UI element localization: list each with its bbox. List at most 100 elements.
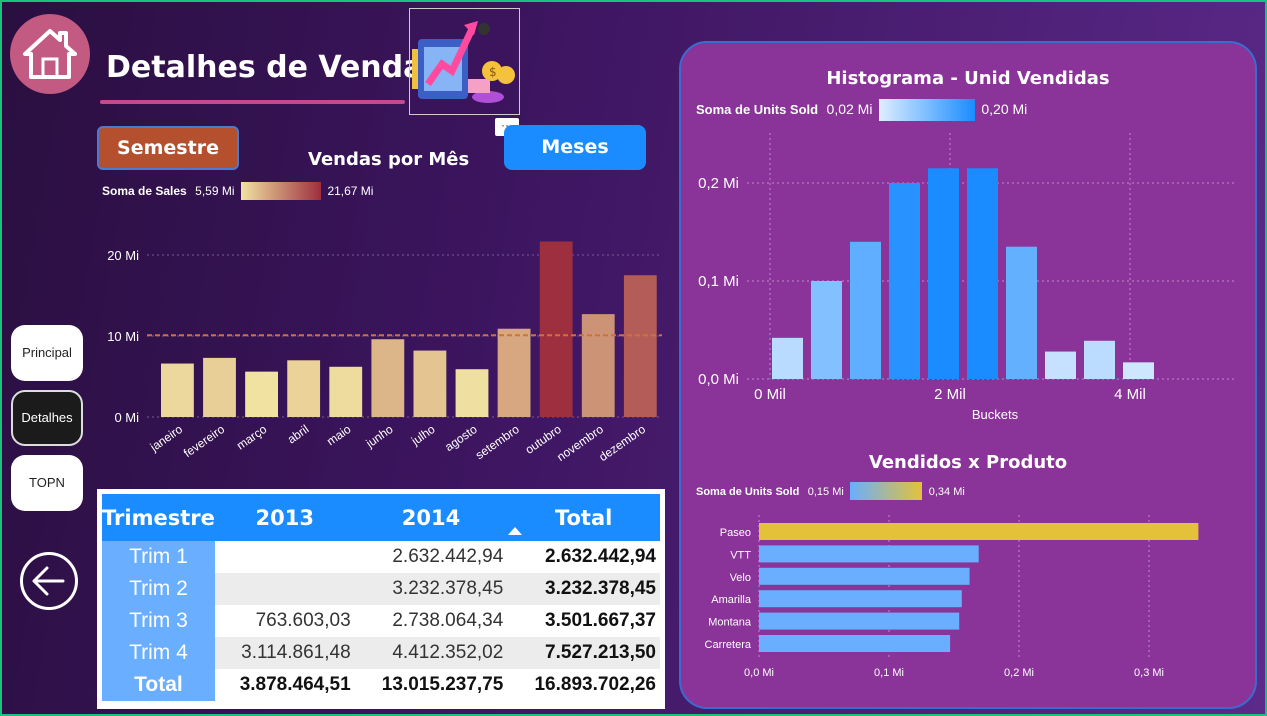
sales-legend: Soma de Sales 5,59 Mi 21,67 Mi xyxy=(102,182,373,200)
sales-bar[interactable] xyxy=(371,339,405,417)
histogram-legend-label: Soma de Units Sold xyxy=(696,102,819,118)
product-y-tick: VTT xyxy=(730,549,751,561)
product-y-tick: Montana xyxy=(708,617,752,629)
product-x-tick: 0,0 Mi xyxy=(744,667,774,679)
page-title: Detalhes de Vendas xyxy=(106,50,442,85)
sales-bar[interactable] xyxy=(287,360,321,417)
histogram-bar[interactable] xyxy=(811,281,842,379)
histogram-bar[interactable] xyxy=(1045,351,1076,379)
sales-x-tick: junho xyxy=(363,422,396,451)
sales-bar[interactable] xyxy=(413,350,447,417)
quarter-matrix-table: Trimestre 2013 2014 Total Trim 1 2.632.4… xyxy=(97,489,665,709)
sales-legend-label: Soma de Sales xyxy=(102,184,187,199)
table-header-row: Trimestre 2013 2014 Total xyxy=(102,494,660,541)
product-bar[interactable] xyxy=(759,590,962,608)
product-legend-label: Soma de Units Sold xyxy=(696,486,800,499)
sales-y-tick: 20 Mi xyxy=(107,248,139,263)
cell-2014: 2.738.064,34 xyxy=(392,610,504,631)
svg-text:$: $ xyxy=(489,65,497,79)
sales-x-tick: dezembro xyxy=(596,422,648,464)
header-2013[interactable]: 2013 xyxy=(214,494,355,541)
nav-topn-button[interactable]: TOPN xyxy=(11,455,83,511)
sales-bar[interactable] xyxy=(245,371,278,417)
product-bar[interactable] xyxy=(759,612,960,630)
header-total[interactable]: Total xyxy=(507,494,660,541)
product-chart-title: Vendidos x Produto xyxy=(868,452,1068,473)
product-y-tick: Paseo xyxy=(720,527,751,539)
histogram-bar[interactable] xyxy=(889,183,920,379)
cell-2013: 3.114.861,48 xyxy=(214,637,355,669)
table-row: Trim 2 3.232.378,45 3.232.378,45 xyxy=(102,573,660,605)
cell-2014: 4.412.352,02 xyxy=(354,637,508,669)
product-legend-max: 0,34 Mi xyxy=(928,486,965,499)
product-y-tick: Velo xyxy=(730,572,751,584)
histogram-x-tick: 2 Mil xyxy=(934,386,966,403)
sales-x-tick: novembro xyxy=(554,422,606,464)
home-button[interactable] xyxy=(10,14,90,94)
row-label: Total xyxy=(102,669,215,701)
table-row: Trim 3 763.603,03 2.738.064,34 3.501.667… xyxy=(102,605,660,637)
histogram-bar[interactable] xyxy=(1123,362,1154,379)
header-trimestre[interactable]: Trimestre xyxy=(102,494,215,541)
cell-total: 3.501.667,37 xyxy=(545,610,656,631)
semestre-button[interactable]: Semestre xyxy=(97,126,239,170)
histogram-x-label: Buckets xyxy=(972,407,1019,422)
cell-total: 2.632.442,94 xyxy=(545,546,656,567)
arrow-left-icon xyxy=(32,566,65,596)
histogram-bar[interactable] xyxy=(772,337,803,379)
cell-2014: 2.632.442,94 xyxy=(392,546,504,567)
cell-2013 xyxy=(215,541,355,573)
product-bar[interactable] xyxy=(759,523,1199,540)
histogram-bar[interactable] xyxy=(928,168,959,379)
cell-2013: 763.603,03 xyxy=(255,610,351,631)
product-bar[interactable] xyxy=(759,545,979,563)
meses-button[interactable]: Meses xyxy=(504,125,646,170)
sales-x-tick: julho xyxy=(408,422,438,449)
product-bar[interactable] xyxy=(759,567,970,585)
sales-bar[interactable] xyxy=(455,369,489,417)
cell-2014: 13.015.237,75 xyxy=(381,674,504,695)
sales-bar[interactable] xyxy=(539,241,573,417)
histogram-bar[interactable] xyxy=(850,241,881,379)
sales-illustration-image: $ xyxy=(409,8,520,115)
sales-bar[interactable] xyxy=(497,328,531,417)
table-total-row: Total 3.878.464,51 13.015.237,75 16.893.… xyxy=(102,669,660,701)
sales-x-tick: março xyxy=(234,422,270,453)
row-label: Trim 2 xyxy=(102,573,215,605)
histogram-y-tick: 0,2 Mi xyxy=(698,175,739,192)
histogram-legend-gradient xyxy=(878,99,975,121)
histogram-bar[interactable] xyxy=(1006,246,1037,379)
table-row: Trim 1 2.632.442,94 2.632.442,94 xyxy=(102,541,660,573)
histogram-legend-min: 0,02 Mi xyxy=(826,101,873,118)
header-2014[interactable]: 2014 xyxy=(354,494,508,541)
product-legend-gradient xyxy=(850,482,923,500)
sales-bar[interactable] xyxy=(329,366,363,417)
cell-2014: 3.232.378,45 xyxy=(354,573,508,605)
histogram-bar[interactable] xyxy=(1084,340,1115,379)
units-by-product-chart: 0,0 Mi 0,1 Mi 0,2 Mi 0,3 Mi Paseo VTT Velo Amar… xyxy=(705,515,1199,679)
nav-principal-button[interactable]: Principal xyxy=(11,325,83,381)
product-y-tick: Amarilla xyxy=(711,594,752,606)
sales-x-tick: janeiro xyxy=(147,422,186,455)
histogram-y-tick: 0,1 Mi xyxy=(698,273,739,290)
cell-total: 16.893.702,26 xyxy=(534,674,656,695)
sales-bar[interactable] xyxy=(203,357,236,417)
sales-bar[interactable] xyxy=(623,275,657,417)
back-button[interactable] xyxy=(20,552,78,610)
product-x-tick: 0,2 Mi xyxy=(1004,667,1034,679)
cell-total: 7.527.213,50 xyxy=(507,637,660,669)
cell-2013 xyxy=(214,573,355,605)
nav-detalhes-button[interactable]: Detalhes xyxy=(11,390,83,446)
product-x-tick: 0,3 Mi xyxy=(1134,667,1164,679)
histogram-legend-max: 0,20 Mi xyxy=(981,101,1028,118)
sales-bar[interactable] xyxy=(581,314,615,417)
cell-2013: 3.878.464,51 xyxy=(239,674,351,695)
cell-total: 3.232.378,45 xyxy=(507,573,660,605)
sales-x-tick: fevereiro xyxy=(181,422,228,460)
sales-bar[interactable] xyxy=(161,363,194,417)
histogram-y-tick: 0,0 Mi xyxy=(698,371,739,388)
product-bar[interactable] xyxy=(759,635,951,652)
table-row: Trim 4 3.114.861,48 4.412.352,02 7.527.2… xyxy=(102,637,660,669)
sales-legend-min: 5,59 Mi xyxy=(195,184,235,199)
histogram-bar[interactable] xyxy=(967,168,998,379)
